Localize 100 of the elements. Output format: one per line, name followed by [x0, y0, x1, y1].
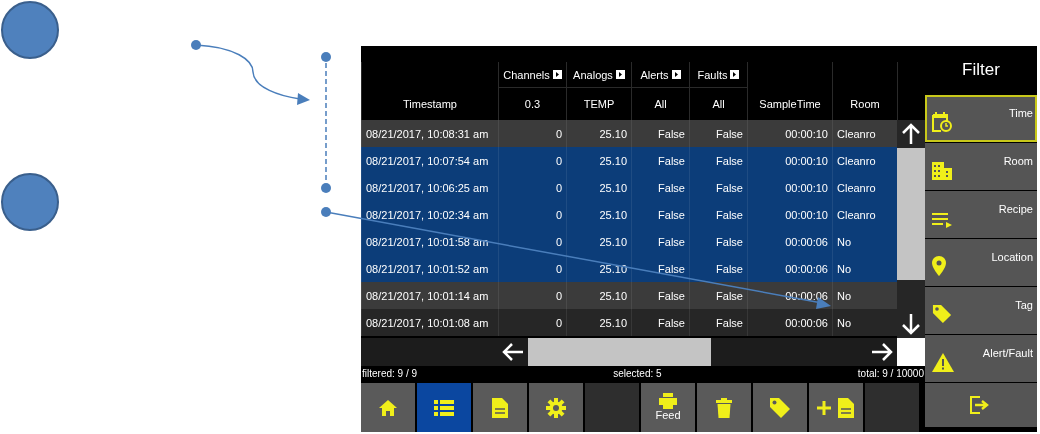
- add-document-button[interactable]: [809, 383, 863, 432]
- table-cell: 00:00:10: [785, 154, 828, 167]
- settings-button[interactable]: [529, 383, 583, 432]
- node-circle: [1, 1, 59, 59]
- table-cell: False: [716, 154, 743, 167]
- column-header[interactable]: SampleTime: [759, 98, 821, 110]
- table-cell: 25.10: [599, 235, 627, 248]
- table-cell: 00:00:06: [785, 262, 828, 275]
- table-row[interactable]: 08/21/2017, 10:02:34 am 0 25.10 False False 00:00:10 Cleanro: [361, 201, 897, 228]
- document-icon: [492, 397, 508, 418]
- arrow-down-icon[interactable]: [901, 313, 921, 335]
- table-cell: 25.10: [599, 262, 627, 275]
- filter-button[interactable]: Time: [925, 95, 1037, 142]
- dropdown-icon[interactable]: [615, 70, 625, 79]
- column-filter-value: 0.3: [524, 98, 541, 110]
- table-cell: No: [837, 289, 852, 302]
- table-row[interactable]: 08/21/2017, 10:01:08 am 0 25.10 False False 00:00:06 No: [361, 309, 897, 336]
- table-cell: 08/21/2017, 10:01:52 am: [366, 262, 489, 275]
- table-cell: 0: [555, 289, 562, 302]
- table-cell: False: [716, 316, 743, 329]
- arrow-left-icon[interactable]: [502, 342, 524, 362]
- table-cell: False: [658, 316, 685, 329]
- node-circle: [1, 173, 59, 231]
- table-cell: 00:00:06: [785, 235, 828, 248]
- scrollbar-corner: [897, 338, 925, 366]
- selected-count: selected: 5: [613, 367, 662, 379]
- filter-button[interactable]: Recipe: [925, 191, 1037, 238]
- table-cell: Cleanro: [837, 181, 876, 194]
- table-row[interactable]: 08/21/2017, 10:06:25 am 0 25.10 False False 00:00:10 Cleanro: [361, 174, 897, 201]
- scrollbar-thumb[interactable]: [528, 338, 711, 366]
- table-cell: 25.10: [599, 181, 627, 194]
- home-button[interactable]: [361, 383, 415, 432]
- tag-button[interactable]: [753, 383, 807, 432]
- table-cell: 25.10: [599, 127, 627, 140]
- column-header[interactable]: Channels: [503, 68, 550, 81]
- filter-button[interactable]: Alert/Fault: [925, 335, 1037, 382]
- playlist-icon: [932, 212, 952, 228]
- table-cell: False: [658, 262, 685, 275]
- table-cell: False: [716, 289, 743, 302]
- table-cell: 0: [555, 262, 562, 275]
- table-cell: Cleanro: [837, 154, 876, 167]
- filter-button[interactable]: Location: [925, 239, 1037, 286]
- table-cell: No: [837, 316, 852, 329]
- table-row[interactable]: 08/21/2017, 10:01:52 am 0 25.10 False False 00:00:06 No: [361, 255, 897, 282]
- filter-button[interactable]: Room: [925, 143, 1037, 190]
- table-cell: 25.10: [599, 208, 627, 221]
- add-document-icon: [816, 397, 856, 418]
- column-filter-value: All: [712, 98, 725, 110]
- column-header[interactable]: Room: [850, 98, 880, 110]
- table-cell: Cleanro: [837, 208, 876, 221]
- table-cell: 25.10: [599, 289, 627, 302]
- tag-icon: [932, 304, 952, 324]
- document-button[interactable]: [473, 383, 527, 432]
- exit-button[interactable]: [925, 383, 1037, 427]
- table-cell: 0: [555, 154, 562, 167]
- list-icon: [434, 399, 454, 416]
- column-header[interactable]: Alerts: [640, 68, 669, 81]
- table-cell: False: [716, 127, 743, 140]
- table-cell: False: [658, 154, 685, 167]
- table-cell: Cleanro: [837, 127, 876, 140]
- print-button[interactable]: Feed: [641, 383, 695, 432]
- column-header[interactable]: Faults: [697, 68, 728, 81]
- delete-button[interactable]: [697, 383, 751, 432]
- table-cell: False: [716, 181, 743, 194]
- table-cell: No: [837, 235, 852, 248]
- dropdown-icon[interactable]: [671, 70, 681, 79]
- calendar-clock-icon: [932, 112, 952, 132]
- table-cell: No: [837, 262, 852, 275]
- table-cell: False: [658, 208, 685, 221]
- table-cell: 08/21/2017, 10:01:14 am: [366, 289, 489, 302]
- table-cell: 08/21/2017, 10:07:54 am: [366, 154, 489, 167]
- dropdown-icon[interactable]: [552, 70, 562, 79]
- arrow-right-icon[interactable]: [871, 342, 893, 362]
- table-cell: 0: [555, 181, 562, 194]
- home-icon: [378, 398, 398, 417]
- table-cell: 25.10: [599, 154, 627, 167]
- arrow-up-icon[interactable]: [901, 123, 921, 145]
- table-cell: False: [716, 262, 743, 275]
- list-button[interactable]: [417, 383, 471, 432]
- settings-icon: [546, 397, 566, 418]
- filtered-count: filtered: 9 / 9: [362, 367, 418, 379]
- total-count: total: 9 / 10000: [857, 367, 924, 379]
- warning-icon: [932, 353, 954, 372]
- column-filter-value: TEMP: [583, 98, 615, 110]
- table-row[interactable]: 08/21/2017, 10:07:54 am 0 25.10 False False 00:00:10 Cleanro: [361, 147, 897, 174]
- column-header[interactable]: Timestamp: [403, 98, 457, 110]
- filter-title: Filter: [962, 60, 1000, 80]
- table-cell: False: [658, 289, 685, 302]
- table-cell: False: [658, 235, 685, 248]
- table-cell: 08/21/2017, 10:06:25 am: [366, 181, 489, 194]
- table-cell: 00:00:06: [785, 316, 828, 329]
- dropdown-icon[interactable]: [730, 70, 740, 79]
- filter-button[interactable]: Tag: [925, 287, 1037, 334]
- column-header[interactable]: Analogs: [573, 68, 613, 81]
- tag-icon: [769, 396, 791, 419]
- table-cell: False: [716, 235, 743, 248]
- printer-icon: [659, 393, 677, 409]
- scrollbar-thumb[interactable]: [897, 148, 925, 280]
- table-cell: 08/21/2017, 10:02:34 am: [366, 208, 489, 221]
- table-row[interactable]: 08/21/2017, 10:08:31 am 0 25.10 False False 00:00:10 Cleanro: [361, 120, 897, 147]
